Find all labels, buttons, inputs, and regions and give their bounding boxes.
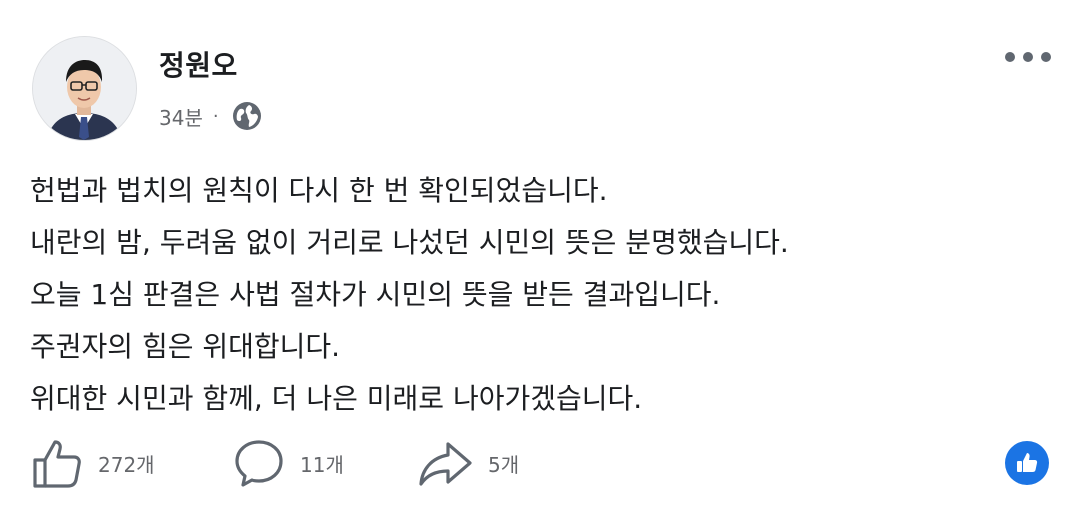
thumbs-up-icon — [33, 440, 81, 488]
post-meta: 34분 · — [159, 100, 263, 132]
more-options-icon — [1023, 52, 1033, 62]
facebook-post: 정원오 34분 · 헌법과 법치의 원칙이 다시 한 번 확인되었습니다. 내란… — [0, 0, 1080, 511]
post-time[interactable]: 34분 — [159, 102, 203, 131]
post-line: 위대한 시민과 함께, 더 나은 미래로 나아가겠습니다. — [30, 382, 643, 415]
post-line: 주권자의 힘은 위대합니다. — [30, 330, 341, 363]
reaction-thumb-icon — [1017, 453, 1038, 472]
post-line: 오늘 1심 판결은 사법 절차가 시민의 뜻을 받든 결과입니다. — [30, 278, 721, 311]
more-options-button[interactable] — [996, 42, 1060, 72]
meta-separator: · — [212, 105, 219, 127]
post-actions: 272개 11개 5개 — [0, 433, 1080, 493]
share-count: 5개 — [488, 452, 520, 477]
more-options-icon — [1005, 52, 1015, 62]
author-name[interactable]: 정원오 — [159, 44, 238, 84]
like-count: 272개 — [98, 452, 155, 477]
like-reaction-icon[interactable] — [1005, 441, 1049, 485]
comment-count: 11개 — [300, 452, 344, 477]
comment-button[interactable]: 11개 — [232, 433, 344, 493]
like-button[interactable]: 272개 — [30, 433, 155, 493]
author-avatar[interactable] — [33, 37, 136, 140]
share-button[interactable]: 5개 — [416, 433, 519, 493]
post-line: 헌법과 법치의 원칙이 다시 한 번 확인되었습니다. — [30, 174, 608, 207]
globe-icon[interactable] — [231, 100, 263, 132]
share-icon — [419, 442, 472, 486]
comment-icon — [235, 440, 283, 487]
avatar-portrait — [33, 37, 136, 140]
more-options-icon — [1041, 52, 1051, 62]
post-text: 헌법과 법치의 원칙이 다시 한 번 확인되었습니다. 내란의 밤, 두려움 없… — [30, 165, 1050, 425]
post-line: 내란의 밤, 두려움 없이 거리로 나섰던 시민의 뜻은 분명했습니다. — [30, 226, 789, 259]
